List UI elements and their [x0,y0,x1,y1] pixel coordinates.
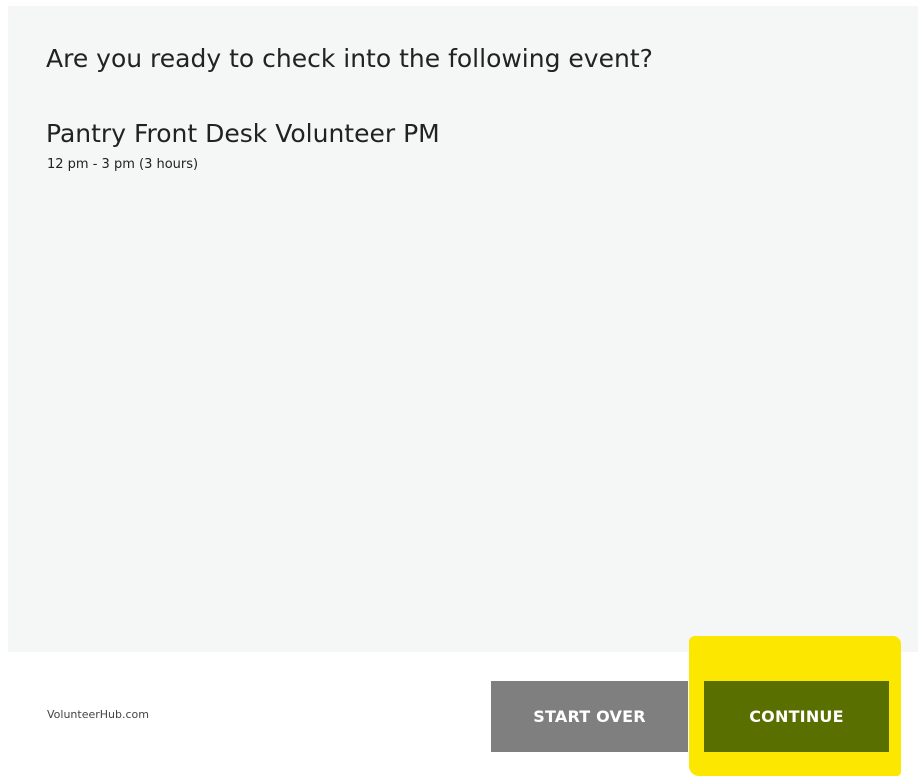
start-over-button[interactable]: START OVER [491,681,688,752]
event-time: 12 pm - 3 pm (3 hours) [47,157,199,172]
footer-brand: VolunteerHub.com [47,708,149,721]
continue-button[interactable]: CONTINUE [704,681,889,752]
event-title: Pantry Front Desk Volunteer PM [46,119,440,148]
checkin-panel [8,6,918,652]
checkin-question: Are you ready to check into the followin… [46,44,653,73]
